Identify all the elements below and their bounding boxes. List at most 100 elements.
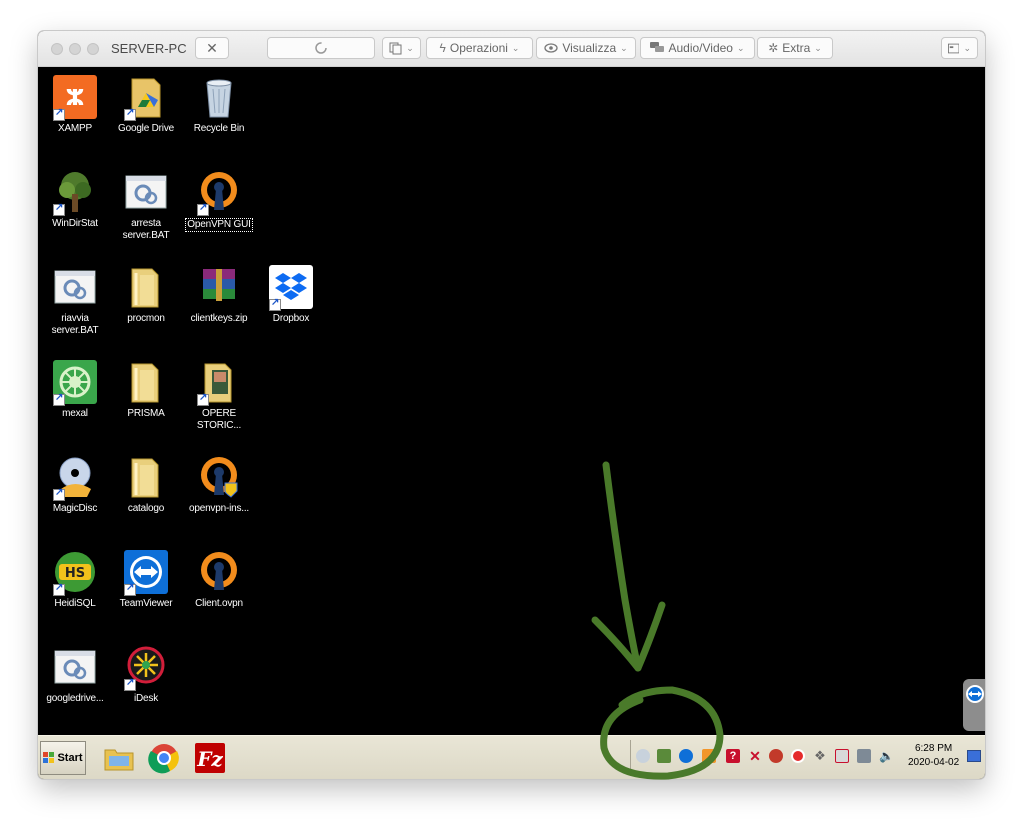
close-icon: ✕ [206, 39, 218, 56]
desktop-icon-label: clientkeys.zip [190, 313, 248, 324]
desktop-icon-googledrive-bat[interactable]: googledrive... [38, 645, 112, 705]
clock-date: 2020-04-02 [908, 757, 960, 768]
desktop-icon-prisma[interactable]: PRISMA [109, 360, 183, 420]
menu-audio-video[interactable]: Audio/Video ⌄ [640, 37, 755, 59]
desktop-icon-heidisql[interactable]: HS HeidiSQL [38, 550, 112, 610]
lightning-icon: ϟ [439, 41, 446, 55]
antivirus-icon[interactable] [791, 749, 805, 763]
monitor-icon[interactable] [857, 749, 871, 763]
google-drive-folder-icon [124, 75, 168, 121]
openvpn-icon [197, 550, 241, 594]
remote-desktop: ⵣ XAMPP WinDirStat riavvia server.BAT me… [38, 67, 985, 735]
desktop-icon-recycle-bin[interactable]: Recycle Bin [182, 75, 256, 135]
folder-shortcut-icon [197, 360, 241, 406]
network-error-icon[interactable] [835, 749, 849, 763]
desktop-icon-arresta-server[interactable]: arresta server.BAT [109, 170, 183, 242]
chevron-down-icon: ⌄ [620, 42, 628, 53]
show-desktop-button[interactable] [967, 750, 981, 762]
close-session-button[interactable]: ✕ [195, 37, 229, 59]
desktop-icon-xampp[interactable]: ⵣ XAMPP [38, 75, 112, 135]
app-tray-icon[interactable] [702, 749, 716, 763]
remote-desktop-window: SERVER-PC ✕ ⌄ ϟ Operazioni ⌄ Visualizza … [38, 31, 985, 779]
desktop-icon-label: procmon [127, 313, 165, 324]
desktop-icon-label: Client.ovpn [195, 598, 243, 609]
desktop-icon-label: iDesk [133, 693, 158, 704]
recycle-bin-icon [197, 75, 241, 119]
batch-file-icon [53, 645, 97, 689]
usb-icon[interactable] [769, 749, 783, 763]
desktop-icon-catalogo[interactable]: catalogo [109, 455, 183, 515]
desktop-icon-client-ovpn[interactable]: Client.ovpn [182, 550, 256, 610]
menu-extra-label: Extra [782, 41, 811, 55]
desktop-icon-label: HeidiSQL [54, 598, 96, 609]
desktop-icon-openvpn-gui[interactable]: OpenVPN GUI [182, 170, 256, 232]
desktop-icon-idesk[interactable]: iDesk [109, 645, 183, 705]
svg-text:ⵣ: ⵣ [66, 86, 85, 111]
svg-text:Fz: Fz [196, 747, 223, 771]
desktop-icon-riavvia-server[interactable]: riavvia server.BAT [38, 265, 112, 337]
desktop-icon-label: XAMPP [57, 123, 92, 134]
chrome-icon[interactable] [148, 742, 180, 774]
folder-icon [124, 360, 168, 404]
title-bar: SERVER-PC ✕ ⌄ ϟ Operazioni ⌄ Visualizza … [38, 31, 985, 67]
x-tray-icon[interactable]: ✕ [748, 749, 762, 763]
idesk-icon [124, 645, 168, 691]
teamviewer-side-panel-tab[interactable] [963, 679, 985, 731]
filezilla-icon[interactable]: Fz [194, 742, 226, 774]
desktop-icon-windirstat[interactable]: WinDirStat [38, 170, 112, 230]
desktop-icon-label: mexal [62, 408, 88, 419]
help-icon[interactable]: ? [726, 749, 740, 763]
clock-time: 6:28 PM [914, 743, 953, 754]
start-label: Start [57, 752, 83, 764]
start-button[interactable]: Start [40, 741, 86, 775]
menu-visualizza-label: Visualizza [562, 41, 617, 55]
desktop-icon-label: googledrive... [46, 693, 104, 704]
dropbox-tray-icon[interactable]: ❖ [813, 749, 827, 763]
window-title: SERVER-PC [111, 41, 187, 56]
desktop-icon-magicdisc[interactable]: MagicDisc [38, 455, 112, 515]
desktop-icon-label: Recycle Bin [193, 123, 245, 134]
desktop-icon-clientkeys-zip[interactable]: clientkeys.zip [182, 265, 256, 325]
chevron-down-icon: ⌄ [814, 42, 822, 53]
windirstat-icon [53, 170, 97, 216]
desktop-icon-teamviewer[interactable]: TeamViewer [109, 550, 183, 610]
clipboard-button[interactable]: ⌄ [382, 37, 421, 59]
zoom-window-button[interactable] [87, 43, 99, 55]
tray-clock[interactable]: 6:28 PM 2020-04-02 [908, 742, 959, 770]
desktop-icon-google-drive[interactable]: Google Drive [109, 75, 183, 135]
desktop-icon-label: Dropbox [272, 313, 310, 324]
menu-operazioni-label: Operazioni [449, 41, 508, 55]
view-mode-button[interactable]: ⌄ [941, 37, 978, 59]
desktop-icon-openvpn-installer[interactable]: openvpn-ins... [182, 455, 256, 515]
chevron-down-icon: ⌄ [511, 42, 520, 53]
desktop-icon-label: OPERE STORIC... [196, 408, 242, 431]
chevron-down-icon: ⌄ [963, 42, 971, 53]
desktop-icon-dropbox[interactable]: Dropbox [254, 265, 328, 325]
tools-icon: ✲ [768, 41, 779, 55]
desktop-icon-label: Google Drive [118, 123, 174, 134]
clock-app-icon[interactable] [636, 749, 650, 763]
volume-icon[interactable]: 🔈 [879, 749, 894, 763]
folder-icon [124, 265, 168, 309]
batch-file-icon [124, 170, 168, 214]
desktop-icon-label: TeamViewer [119, 598, 173, 609]
magicdisc-icon [53, 455, 97, 501]
file-explorer-icon[interactable] [103, 742, 135, 774]
desktop-icon-label: PRISMA [127, 408, 165, 419]
desktop-icon-label: MagicDisc [52, 503, 98, 514]
desktop-icon-mexal[interactable]: mexal [38, 360, 112, 420]
teamviewer-tray-icon[interactable] [679, 749, 693, 763]
desktop-icon-procmon[interactable]: procmon [109, 265, 183, 325]
batch-file-icon [53, 265, 97, 309]
chevron-down-icon: ⌄ [406, 42, 414, 53]
minimize-window-button[interactable] [69, 43, 81, 55]
menu-operazioni[interactable]: ϟ Operazioni ⌄ [426, 37, 533, 59]
close-window-button[interactable] [51, 43, 63, 55]
desktop-icon-label: catalogo [127, 503, 165, 514]
desktop-icon-opere-storic[interactable]: OPERE STORIC... [182, 360, 256, 432]
menu-visualizza[interactable]: Visualizza ⌄ [536, 37, 636, 59]
dropbox-icon [269, 265, 313, 311]
xampp-icon: ⵣ [53, 75, 97, 121]
menu-extra[interactable]: ✲ Extra ⌄ [757, 37, 833, 59]
network-icon[interactable] [657, 749, 671, 763]
